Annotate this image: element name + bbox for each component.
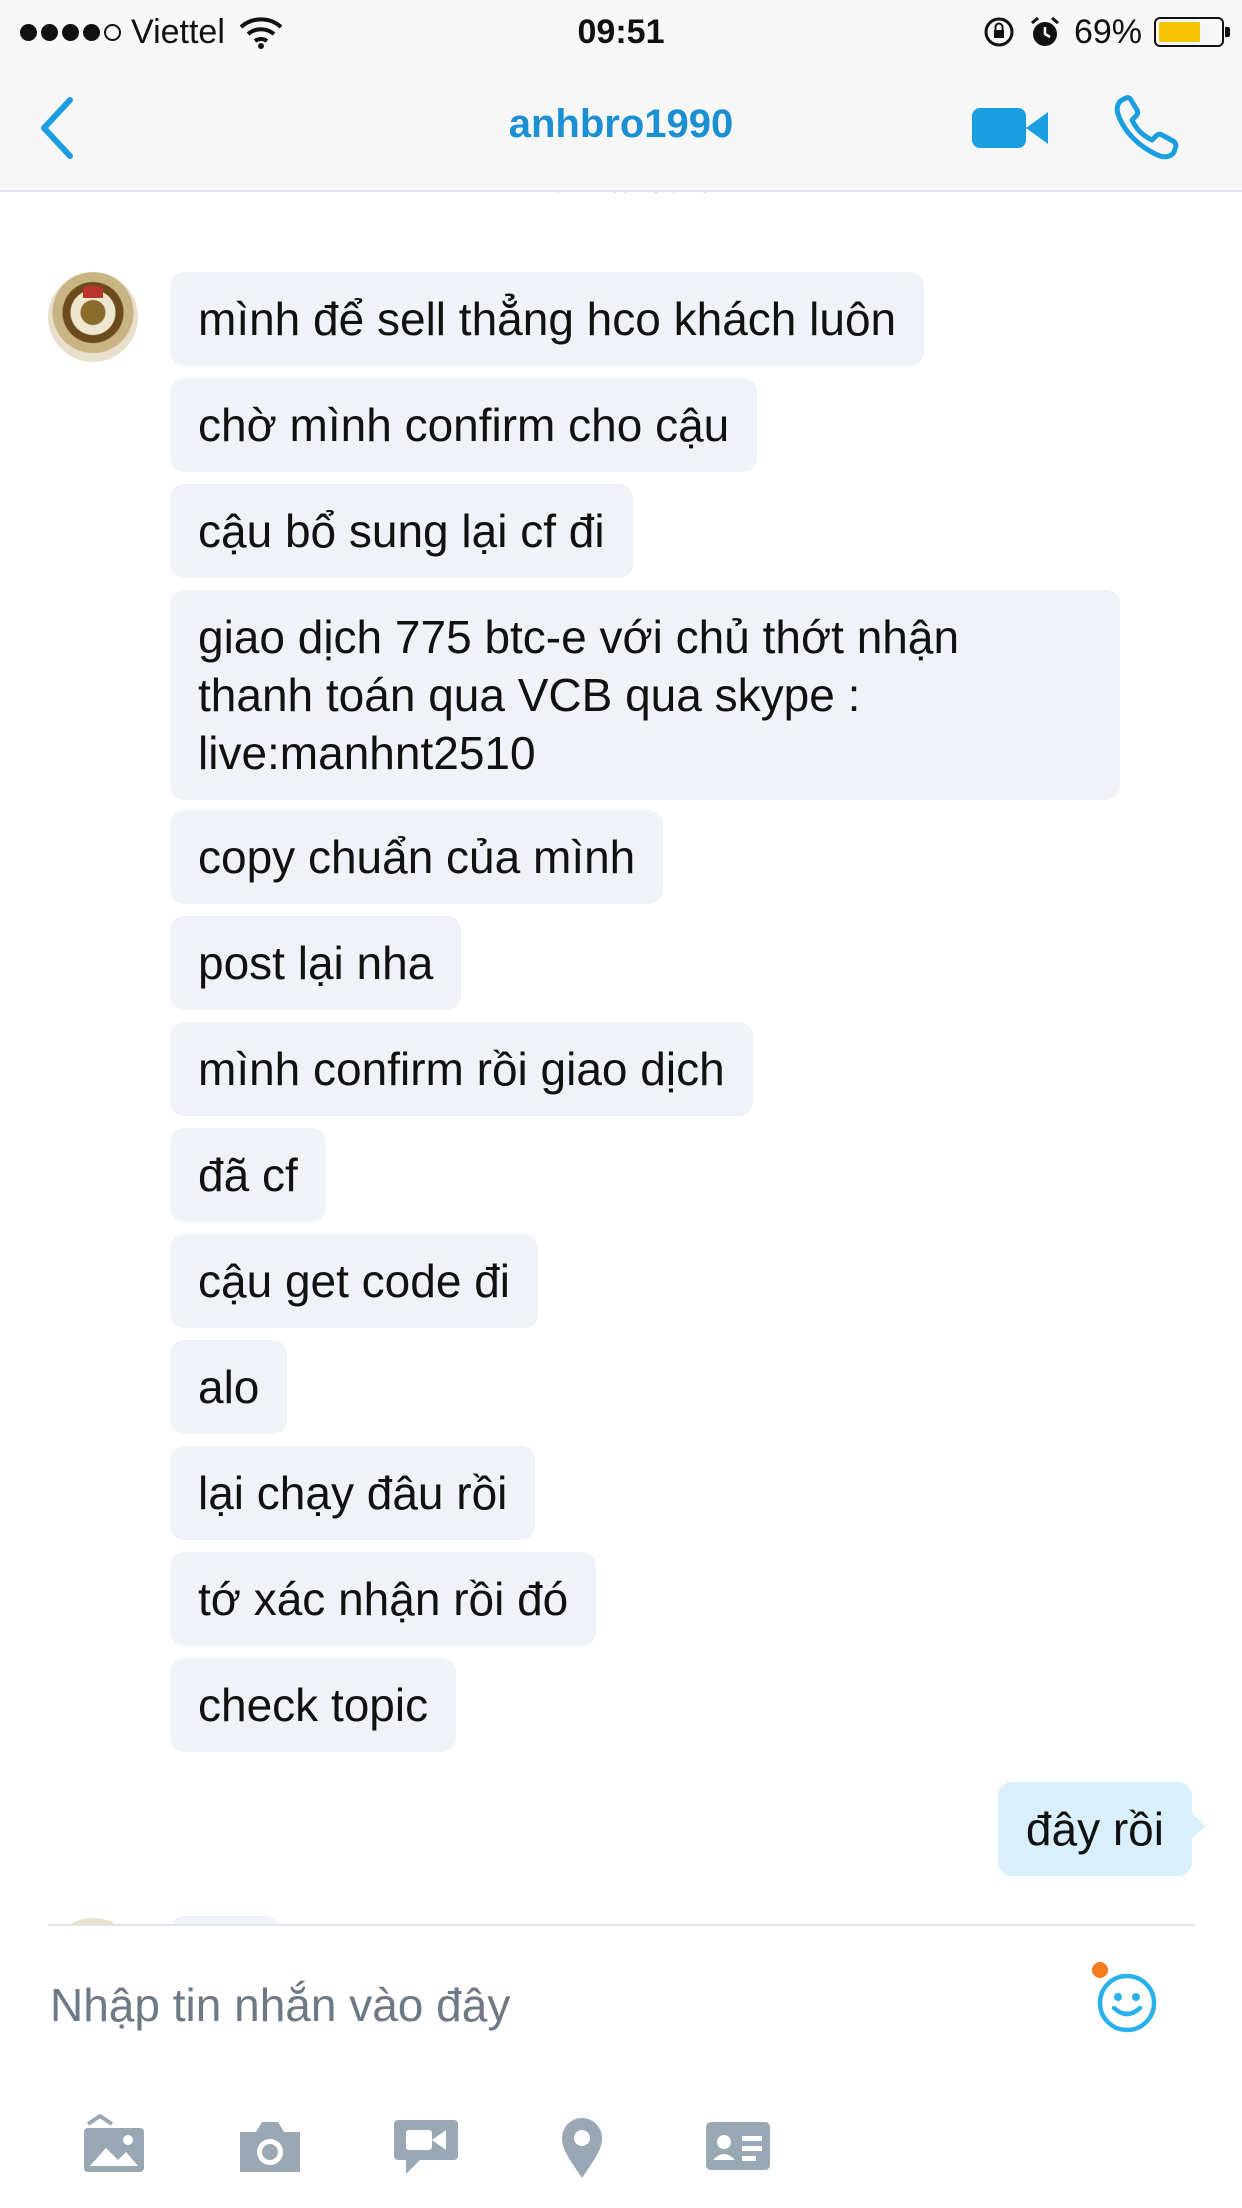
alarm-icon (1030, 16, 1059, 46)
message-bubble[interactable]: đã cf (170, 1128, 326, 1222)
message-input[interactable] (48, 1964, 1052, 2046)
status-bar: Viettel 09:51 69% (0, 0, 1242, 64)
message-composer (0, 1924, 1242, 2208)
orientation-lock-icon (984, 17, 1014, 47)
message-bubble[interactable]: chờ mình confirm cho cậu (170, 378, 758, 472)
message-bubble[interactable]: tớ xác nhận rồi đó (170, 1552, 597, 1646)
message-bubble[interactable]: giao dịch 775 btc-e với chủ thớt nhận th… (170, 590, 1120, 800)
battery-percent: 69% (1073, 12, 1142, 51)
contact-avatar[interactable] (48, 272, 138, 362)
phone-call-icon[interactable] (1112, 92, 1182, 162)
message-bubble[interactable]: mình để sell thẳng hco khách luôn (170, 272, 925, 366)
emoji-button[interactable] (1092, 1962, 1158, 2034)
camera-icon[interactable] (234, 2110, 306, 2182)
message-bubble[interactable]: cậu bổ sung lại cf đi (170, 484, 633, 578)
video-message-icon[interactable] (390, 2110, 462, 2182)
message-bubble[interactable]: cậu get code đi (170, 1234, 539, 1328)
conversation-header: anhbro1990 (0, 64, 1242, 192)
message-bubble[interactable]: mình confirm rồi giao dịch (170, 1022, 753, 1116)
message-list[interactable]: mình để sell thẳng hco khách luôn chờ mì… (0, 192, 1242, 1924)
message-bubble-partial (170, 1916, 280, 1924)
notification-dot (1092, 1962, 1108, 1978)
status-right: 69% (982, 8, 1230, 56)
photo-gallery-icon[interactable] (78, 2110, 150, 2182)
contact-card-icon[interactable] (702, 2110, 774, 2182)
message-bubble[interactable]: lại chạy đâu rồi (170, 1446, 536, 1540)
message-bubble[interactable]: post lại nha (170, 916, 462, 1010)
contact-name[interactable]: anhbro1990 (0, 102, 1242, 147)
message-bubble[interactable]: copy chuẩn của mình (170, 810, 664, 904)
emoji-icon (1097, 1973, 1157, 2033)
video-call-icon[interactable] (968, 100, 1052, 156)
my-message-bubble[interactable]: đây rồi (997, 1782, 1207, 1876)
message-bubble[interactable]: alo (170, 1340, 288, 1434)
location-pin-icon[interactable] (546, 2110, 618, 2182)
message-bubble[interactable]: check topic (170, 1658, 457, 1752)
composer-toolbar (0, 2110, 1242, 2190)
battery-icon (1154, 17, 1230, 47)
composer-divider (48, 1924, 1194, 1926)
battery-fill (1159, 22, 1201, 42)
